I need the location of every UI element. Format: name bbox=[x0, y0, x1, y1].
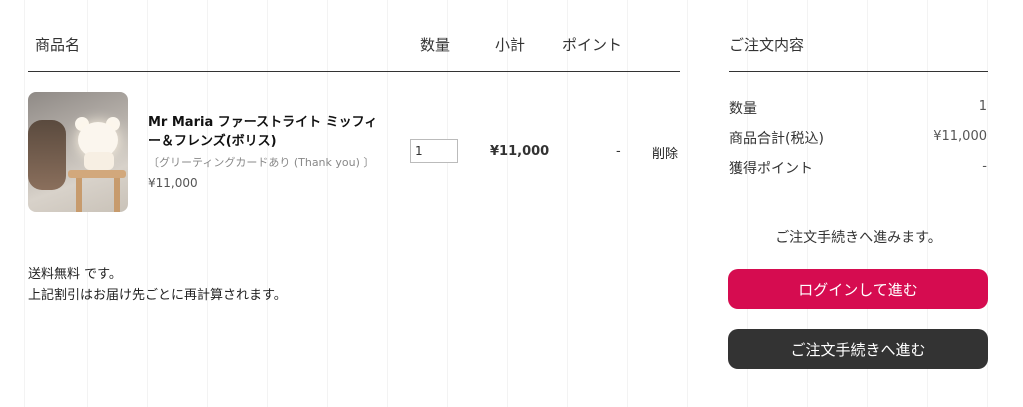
summary-title: ご注文内容 bbox=[729, 36, 805, 54]
product-name[interactable]: Mr Maria ファーストライト ミッフィー＆フレンズ(ボリス) bbox=[148, 113, 378, 151]
item-subtotal: ¥11,000 bbox=[490, 144, 550, 159]
summary-points-label: 獲得ポイント bbox=[729, 161, 813, 177]
summary-quantity-label: 数量 bbox=[729, 101, 757, 117]
summary-total-value: ¥11,000 bbox=[933, 129, 987, 144]
delete-link[interactable]: 削除 bbox=[652, 143, 678, 162]
summary-total-label: 商品合計(税込) bbox=[729, 131, 824, 147]
header-points: ポイント bbox=[562, 36, 623, 54]
cart-notes: 送料無料 です。 上記割引はお届け先ごとに再計算されます。 bbox=[28, 264, 287, 306]
product-unit-price: ¥11,000 bbox=[148, 176, 198, 190]
summary-points-value: - bbox=[982, 159, 987, 174]
header-product: 商品名 bbox=[35, 36, 81, 54]
product-option-note: 〔グリーティングカードあり (Thank you) 〕 bbox=[148, 156, 375, 169]
discount-note: 上記割引はお届け先ごとに再計算されます。 bbox=[28, 288, 287, 303]
summary-quantity-value: 1 bbox=[978, 99, 987, 114]
cart-header-divider bbox=[28, 71, 680, 72]
checkout-button[interactable]: ご注文手続きへ進む bbox=[728, 329, 988, 369]
item-points: - bbox=[616, 144, 621, 159]
summary-divider bbox=[729, 71, 988, 72]
quantity-input[interactable] bbox=[410, 139, 458, 163]
header-subtotal: 小計 bbox=[495, 36, 526, 54]
proceed-text: ご注文手続きへ進みます。 bbox=[775, 230, 942, 246]
header-quantity: 数量 bbox=[420, 36, 451, 54]
login-proceed-button[interactable]: ログインして進む bbox=[728, 269, 988, 309]
product-image[interactable] bbox=[28, 92, 128, 212]
shipping-note: 送料無料 です。 bbox=[28, 267, 122, 282]
